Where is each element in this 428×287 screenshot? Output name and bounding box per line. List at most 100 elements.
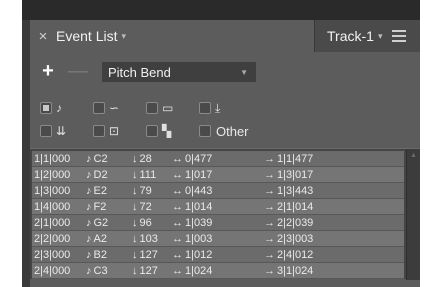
note-icon: ♪	[86, 264, 92, 277]
filter-program[interactable]: ⊡	[93, 125, 146, 137]
length-arrow-icon: ↔	[172, 200, 183, 213]
add-event-button[interactable]: +	[38, 61, 58, 82]
remove-event-button[interactable]: —	[68, 61, 88, 82]
event-length-value: 0|477	[185, 152, 213, 165]
event-velocity-value: 127	[139, 248, 158, 261]
event-note-value: D2	[93, 168, 108, 181]
event-note-value: B2	[93, 248, 107, 261]
length-arrow-icon: ↔	[172, 168, 183, 181]
filter-pitchbend-checkbox[interactable]	[93, 102, 105, 114]
table-row[interactable]: 1|1|000 ♪ C2 ↓ 28 ↔ 0|477 → 1|1|477	[32, 151, 404, 167]
event-note-value: F2	[93, 200, 107, 213]
note-icon: ♪	[86, 168, 92, 181]
event-velocity-value: 79	[139, 184, 152, 197]
dropdown-arrow-icon: ▼	[240, 67, 248, 77]
note-icon: ♪	[86, 152, 92, 165]
event-velocity-value: 111	[139, 168, 157, 181]
event-length-value: 0|443	[185, 184, 213, 197]
filter-sysex-checkbox[interactable]	[146, 125, 158, 137]
title-band	[22, 0, 420, 20]
event-velocity: ↓ 72	[132, 201, 172, 213]
event-end-value: 2|2|039	[277, 216, 314, 229]
event-length: ↔ 0|443	[172, 185, 264, 197]
note-icon: ♪	[86, 248, 92, 261]
filter-chan-pressure[interactable]: ⇊	[40, 125, 93, 137]
event-end-value: 1|3|017	[277, 168, 314, 181]
event-length-value: 1|039	[185, 216, 213, 229]
event-filter-group: ♪ ∽ ▭ ⤓ ⇊ ⊡ ▚ Other	[40, 98, 340, 144]
end-arrow-icon: →	[264, 184, 275, 197]
velocity-arrow-icon: ↓	[132, 248, 138, 261]
event-list-window: × Event List ▾ Track-1 ▾ + — Pitch Bend …	[22, 0, 420, 287]
filter-aftertouch-checkbox[interactable]	[199, 102, 211, 114]
filter-program-checkbox[interactable]	[93, 125, 105, 137]
table-row[interactable]: 2|2|000 ♪ A2 ↓ 103 ↔ 1|003 → 2|3|003	[32, 231, 404, 247]
event-length: ↔ 1|024	[172, 265, 264, 277]
filter-note[interactable]: ♪	[40, 102, 93, 114]
event-end-value: 1|3|443	[277, 184, 314, 197]
table-row[interactable]: 2|4|000 ♪ C3 ↓ 127 ↔ 1|024 → 3|1|024	[32, 263, 404, 279]
event-velocity: ↓ 127	[132, 265, 172, 277]
event-list-panel: + — Pitch Bend ▼ ♪ ∽ ▭ ⤓ ⇊ ⊡ ▚ Other 1|1…	[30, 52, 420, 287]
event-velocity-value: 28	[139, 152, 152, 165]
vertical-scrollbar[interactable]: ▲	[406, 149, 420, 280]
event-type-dropdown[interactable]: Pitch Bend ▼	[102, 62, 256, 82]
event-velocity-value: 72	[139, 200, 152, 213]
velocity-arrow-icon: ↓	[132, 200, 138, 213]
event-note-value: E2	[93, 184, 107, 197]
filter-pitchbend[interactable]: ∽	[93, 102, 146, 114]
end-arrow-icon: →	[264, 200, 275, 213]
event-length-value: 1|003	[185, 232, 213, 245]
event-velocity: ↓ 103	[132, 233, 172, 245]
event-end-value: 2|4|012	[277, 248, 314, 261]
note-icon: ♪	[86, 232, 92, 245]
event-position: 1|4|000	[34, 200, 71, 213]
event-end-value: 3|1|024	[277, 264, 314, 277]
track-name: Track-1	[327, 28, 374, 44]
event-velocity: ↓ 127	[132, 249, 172, 261]
event-position: 2|4|000	[34, 264, 71, 277]
close-icon[interactable]: ×	[30, 28, 56, 45]
scroll-up-icon[interactable]: ▲	[407, 152, 420, 159]
event-length: ↔ 1|012	[172, 249, 264, 261]
filter-sysex[interactable]: ▚	[146, 125, 199, 137]
event-note-value: C3	[93, 264, 108, 277]
table-row[interactable]: 1|3|000 ♪ E2 ↓ 79 ↔ 0|443 → 1|3|443	[32, 183, 404, 199]
chevron-down-icon[interactable]: ▾	[121, 31, 126, 42]
length-arrow-icon: ↔	[172, 152, 183, 165]
filter-chan-pressure-checkbox[interactable]	[40, 125, 52, 137]
event-type-value: Pitch Bend	[108, 64, 171, 80]
end-arrow-icon: →	[264, 232, 275, 245]
end-arrow-icon: →	[264, 152, 275, 165]
event-note: ♪ G2	[86, 217, 132, 229]
filter-controller-checkbox[interactable]	[146, 102, 158, 114]
chevron-down-icon[interactable]: ▾	[378, 31, 383, 42]
event-length: ↔ 1|014	[172, 201, 264, 213]
length-arrow-icon: ↔	[172, 216, 183, 229]
event-position: 1|2|000	[34, 168, 71, 181]
end-arrow-icon: →	[264, 264, 275, 277]
velocity-arrow-icon: ↓	[132, 264, 138, 277]
event-note: ♪ A2	[86, 233, 132, 245]
track-selector[interactable]: Track-1 ▾	[315, 20, 420, 52]
filter-aftertouch[interactable]: ⤓	[199, 102, 252, 114]
table-row[interactable]: 2|3|000 ♪ B2 ↓ 127 ↔ 1|012 → 2|4|012	[32, 247, 404, 263]
event-position: 2|2|000	[34, 232, 71, 245]
filter-other[interactable]: Other	[199, 124, 279, 139]
filter-other-checkbox[interactable]	[199, 125, 211, 137]
velocity-arrow-icon: ↓	[132, 232, 138, 245]
event-list-tab[interactable]: × Event List ▾	[30, 20, 314, 52]
table-row[interactable]: 1|2|000 ♪ D2 ↓ 111 ↔ 1|017 → 1|3|017	[32, 167, 404, 183]
table-row[interactable]: 1|4|000 ♪ F2 ↓ 72 ↔ 1|014 → 2|1|014	[32, 199, 404, 215]
hamburger-menu-icon[interactable]	[392, 30, 407, 42]
event-rows: 1|1|000 ♪ C2 ↓ 28 ↔ 0|477 → 1|1|477 1|2|000 ♪ D2 ↓ 11…	[32, 151, 404, 279]
event-end-value: 2|3|003	[277, 232, 314, 245]
table-row[interactable]: 2|1|000 ♪ G2 ↓ 96 ↔ 1|039 → 2|2|039	[32, 215, 404, 231]
event-end: → 2|4|012	[264, 249, 394, 261]
filter-note-checkbox[interactable]	[40, 102, 52, 114]
filter-controller[interactable]: ▭	[146, 102, 199, 114]
box-icon: ⊡	[109, 124, 120, 138]
event-length: ↔ 0|477	[172, 153, 264, 165]
event-note-value: G2	[93, 216, 109, 229]
toolbar: + — Pitch Bend ▼	[38, 61, 256, 82]
